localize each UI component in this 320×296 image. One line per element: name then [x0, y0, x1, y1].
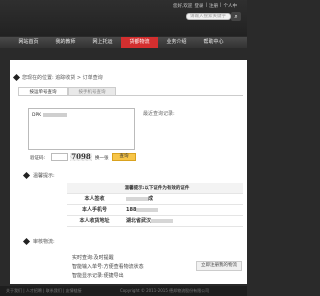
table-row: 本人收货地址 湖北省武汉 [67, 216, 243, 227]
breadcrumb: 您现在的位置: 追踪收货 > 订单查询 [22, 75, 103, 81]
row-value: 成 [122, 194, 243, 204]
footer-links[interactable]: 关于我们 | 人才招聘 | 联系我们 | 友情链接 [6, 288, 82, 293]
top-links: 您好,欢迎 登录 | 注册 | 个人中 [173, 3, 237, 9]
row-value: 湖北省武汉 [122, 216, 243, 226]
main-nav: 网站首页 我的教师 网上托运 货都物流 业务介绍 帮助中心 [0, 37, 247, 48]
notice-table: 温馨提示:以下证件为有效的证件 本人签收 成 本人手机号 188 本人收货地址 … [67, 183, 243, 227]
redacted-value [126, 196, 148, 201]
nav-item-help[interactable]: 帮助中心 [195, 37, 232, 48]
search-input[interactable]: 请输入搜索关键字 [186, 13, 231, 20]
register-logistics-button[interactable]: 立即注册我的物流 [196, 261, 242, 271]
table-heading: 温馨提示:以下证件为有效的证件 [124, 186, 190, 191]
tracking-number-textarea[interactable]: DPK [28, 108, 135, 150]
copyright: Copyright © 2011-2015 德邦物流股份有限公司 [120, 288, 210, 293]
search-icon: ⌕ [234, 13, 238, 20]
redacted-value [151, 218, 174, 223]
redacted-value [136, 207, 159, 212]
redacted-value [43, 112, 68, 117]
row-value: 188 [122, 205, 243, 215]
table-row: 本人手机号 188 [67, 205, 243, 216]
captcha-image: 7098 [70, 152, 92, 161]
tab-divider [18, 95, 243, 96]
table-row: 本人签收 成 [67, 194, 243, 205]
welcome-text: 您好,欢迎 [173, 4, 193, 9]
nav-item-business[interactable]: 业务介绍 [158, 37, 195, 48]
feature-line: 智能显示记录:便捷导出 [72, 273, 124, 279]
row-key: 本人手机号 [81, 207, 107, 213]
row-value-text: 湖北省武汉 [126, 218, 152, 224]
nav-item-teachers[interactable]: 我的教师 [47, 37, 84, 48]
row-key: 本人签收 [84, 196, 105, 202]
captcha-label: 验证码: [30, 156, 46, 161]
logistics-title: 审核物流: [33, 239, 55, 245]
captcha-input[interactable] [51, 153, 68, 161]
feature-line: 实时查询:及时提醒 [72, 255, 114, 261]
footer: 关于我们 | 人才招聘 | 联系我们 | 友情链接 Copyright © 20… [0, 286, 247, 296]
top-header: 您好,欢迎 登录 | 注册 | 个人中 请输入搜索关键字 ⌕ [0, 0, 247, 36]
login-link[interactable]: 登录 [194, 3, 203, 9]
query-button[interactable]: 查询 [112, 153, 136, 161]
search-button[interactable]: ⌕ [231, 12, 241, 21]
personal-center-link[interactable]: 个人中 [224, 3, 238, 9]
table-header-row: 温馨提示:以下证件为有效的证件 [67, 183, 243, 194]
recent-query-hint: 最近查询记录: [143, 111, 175, 117]
row-key: 本人收货地址 [79, 218, 110, 224]
tracking-prefix: DPK [32, 113, 42, 118]
nav-item-logistics[interactable]: 货都物流 [121, 37, 158, 48]
nav-item-shipping[interactable]: 网上托运 [84, 37, 121, 48]
feature-line: 智能输入单号:方便查看物流状态 [72, 264, 144, 270]
notice-title: 温馨提示: [33, 173, 55, 179]
nav-item-home[interactable]: 网站首页 [10, 37, 47, 48]
row-value-text: 成 [148, 196, 154, 202]
divider: | [219, 3, 222, 8]
row-value-text: 188 [126, 207, 137, 213]
register-link[interactable]: 注册 [209, 3, 218, 9]
captcha-refresh-link[interactable]: 换一张 [95, 155, 109, 161]
divider: | [205, 3, 207, 8]
